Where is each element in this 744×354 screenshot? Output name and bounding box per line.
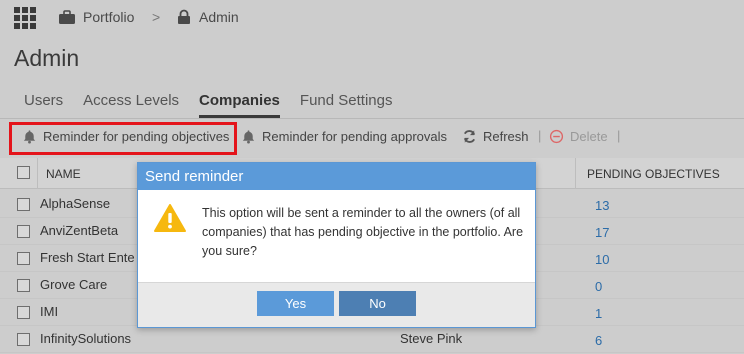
bell-icon [242, 130, 255, 144]
remind-approvals-button[interactable]: Reminder for pending approvals [241, 129, 447, 144]
row-checkbox[interactable] [17, 225, 30, 238]
minus-circle-icon [549, 129, 564, 144]
row-checkbox[interactable] [17, 279, 30, 292]
column-divider [575, 158, 576, 189]
yes-button[interactable]: Yes [257, 291, 334, 316]
refresh-icon [463, 130, 476, 143]
breadcrumb-admin: Admin [176, 9, 239, 25]
no-button[interactable]: No [339, 291, 416, 316]
delete-label: Delete [570, 129, 608, 144]
tab-fund-settings[interactable]: Fund Settings [300, 92, 393, 118]
company-name: AnviZentBeta [40, 223, 119, 238]
toolbar-divider: | [617, 128, 621, 143]
pending-objectives-count[interactable]: 17 [595, 225, 609, 240]
company-name: Fresh Start Ente [40, 250, 135, 265]
breadcrumb-admin-label: Admin [199, 9, 239, 25]
tab-users[interactable]: Users [24, 92, 63, 118]
page-title: Admin [14, 45, 80, 71]
lock-icon [178, 9, 190, 24]
company-name: AlphaSense [40, 196, 111, 211]
highlight-annotation-box [9, 122, 237, 155]
company-name: Grove Care [40, 277, 108, 292]
company-owner: Steve Pink [400, 331, 463, 346]
tab-bar: Users Access Levels Companies Fund Setti… [24, 92, 412, 118]
pending-objectives-count[interactable]: 10 [595, 252, 609, 267]
breadcrumb-portfolio[interactable]: Portfolio [58, 9, 134, 25]
pending-objectives-count[interactable]: 6 [595, 333, 602, 348]
warning-icon [154, 204, 186, 232]
column-divider [37, 158, 38, 189]
breadcrumb-portfolio-label: Portfolio [83, 9, 135, 25]
dialog-message: This option will be sent a reminder to a… [202, 206, 524, 258]
refresh-button[interactable]: Refresh [462, 129, 529, 144]
column-header-name[interactable]: NAME [46, 167, 81, 181]
table-row[interactable]: InfinitySolutions Steve Pink 6 [0, 327, 744, 353]
company-name: IMI [40, 304, 59, 319]
column-header-pending-objectives[interactable]: PENDING OBJECTIVES [587, 167, 720, 181]
select-all-checkbox[interactable] [17, 166, 30, 179]
tab-companies[interactable]: Companies [199, 92, 280, 118]
row-checkbox[interactable] [17, 252, 30, 265]
pending-objectives-count[interactable]: 1 [595, 306, 602, 321]
pending-objectives-count[interactable]: 13 [595, 198, 609, 213]
briefcase-icon [59, 9, 75, 24]
send-reminder-dialog: Send reminder This option will be sent a… [137, 162, 536, 328]
breadcrumb-separator: > [152, 9, 161, 25]
remind-approvals-label: Reminder for pending approvals [262, 129, 447, 144]
dialog-footer: Yes No [138, 282, 535, 327]
app-launcher-icon[interactable] [14, 7, 36, 29]
tabs-divider [0, 118, 744, 119]
row-checkbox[interactable] [17, 306, 30, 319]
dialog-title: Send reminder [138, 163, 535, 190]
company-name: InfinitySolutions [40, 331, 132, 346]
dialog-body: This option will be sent a reminder to a… [138, 190, 535, 282]
toolbar-divider: | [538, 128, 542, 143]
delete-button[interactable]: Delete [549, 129, 608, 144]
refresh-label: Refresh [483, 129, 529, 144]
row-checkbox[interactable] [17, 333, 30, 346]
pending-objectives-count[interactable]: 0 [595, 279, 602, 294]
top-bar: Portfolio > Admin [0, 0, 744, 36]
tab-access-levels[interactable]: Access Levels [83, 92, 179, 118]
row-checkbox[interactable] [17, 198, 30, 211]
